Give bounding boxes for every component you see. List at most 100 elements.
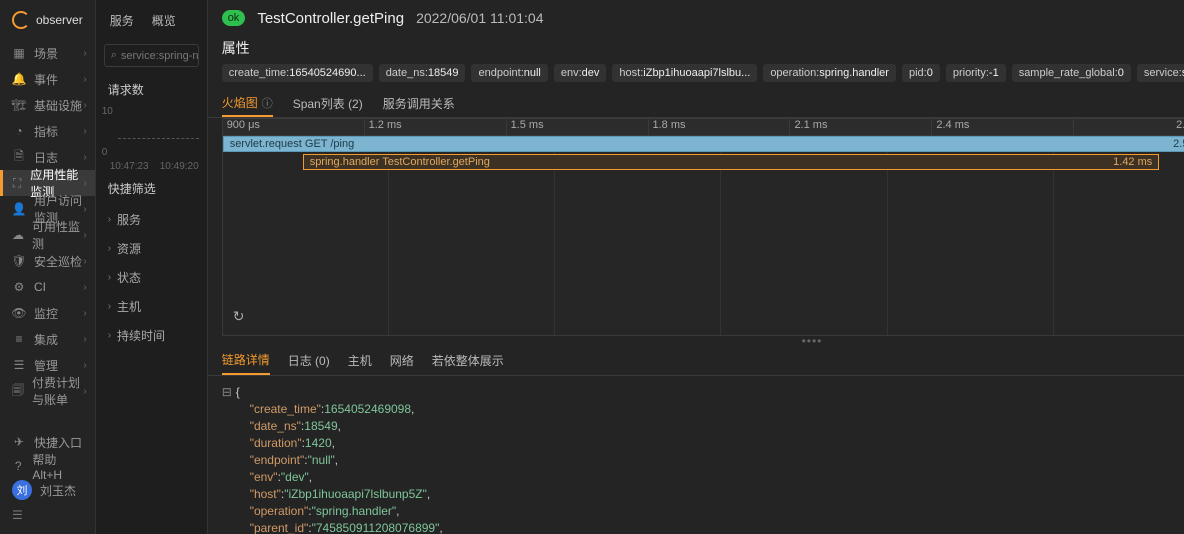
- tag-operation[interactable]: operation:spring.handler: [763, 64, 896, 82]
- nav-icon: 🗎: [12, 147, 26, 168]
- time-tick-5: 2.4 ms: [932, 119, 1074, 135]
- chart-gridline: [118, 138, 199, 139]
- tag-sample_rate_global[interactable]: sample_rate_global:0: [1012, 64, 1131, 82]
- refresh-icon[interactable]: ↻: [233, 308, 245, 325]
- json-viewer[interactable]: ⊟{"create_time":1654052469098,"date_ns":…: [208, 376, 1184, 534]
- nav-label: 日志: [34, 149, 58, 166]
- filter-item-4[interactable]: › 持续时间: [96, 321, 207, 350]
- tab-ruoyi[interactable]: 若依整体展示: [432, 346, 504, 375]
- tab-service[interactable]: 服务: [110, 12, 134, 29]
- tag-endpoint[interactable]: endpoint:null: [471, 64, 547, 82]
- time-tick-4: 2.1 ms: [790, 119, 932, 135]
- chevron-right-icon: ›: [83, 230, 86, 241]
- brand-icon: [12, 11, 30, 29]
- nav-item-0[interactable]: ▦场景›: [0, 40, 95, 66]
- filter-label: 服务: [117, 211, 141, 228]
- chevron-right-icon: ›: [108, 272, 111, 283]
- flame-tabs: 火焰图 ⓘ Span列表 (2) 服务调用关系 隐藏服务列表 ⛶: [208, 90, 1184, 118]
- filter-item-0[interactable]: › 服务: [96, 205, 207, 234]
- chevron-right-icon: ›: [83, 308, 86, 319]
- nav-icon: ▦: [12, 46, 26, 60]
- nav-icon: ≡: [12, 332, 26, 346]
- nav-item-2[interactable]: 🏗基础设施›: [0, 92, 95, 118]
- nav-item-1[interactable]: 🔔事件›: [0, 66, 95, 92]
- chevron-right-icon: ›: [108, 330, 111, 341]
- tag-host[interactable]: host:iZbp1ihuoaapi7lslbu...: [612, 64, 757, 82]
- nav-user[interactable]: 刘 刘玉杰: [0, 478, 95, 502]
- chevron-right-icon: ›: [83, 282, 86, 293]
- span-spring-handler[interactable]: spring.handler TestController.getPing 1.…: [303, 154, 1160, 170]
- nav-item-9[interactable]: ⚙CI›: [0, 274, 95, 300]
- nav-help-label: 帮助 Alt+H: [32, 451, 82, 482]
- search-input[interactable]: ⌕ service:spring-nati: [104, 44, 199, 67]
- chevron-right-icon: ›: [83, 74, 86, 85]
- nav-icon: 🏗: [12, 98, 26, 112]
- chevron-right-icon: ›: [83, 334, 86, 345]
- nav-user-label: 刘玉杰: [40, 482, 76, 499]
- nav-help[interactable]: ? 帮助 Alt+H: [0, 454, 95, 478]
- nav-item-7[interactable]: ☁可用性监测›: [0, 222, 95, 248]
- y-axis-top: 10: [102, 106, 113, 117]
- time-axis: 900 μs1.2 ms1.5 ms1.8 ms2.1 ms2.4 ms2.58…: [222, 118, 1184, 136]
- nav-item-8[interactable]: 🛡安全巡检›: [0, 248, 95, 274]
- chevron-right-icon: ›: [83, 204, 86, 215]
- nav-quick-label: 快捷入口: [34, 434, 82, 451]
- filter-label: 持续时间: [117, 327, 165, 344]
- span1-duration: 2.59 ms: [1173, 138, 1184, 150]
- nav-icon: 🛡: [12, 254, 26, 268]
- search-icon: ⌕: [111, 49, 117, 62]
- flame-left: 900 μs1.2 ms1.5 ms1.8 ms2.1 ms2.4 ms2.58…: [222, 118, 1184, 336]
- filter-item-3[interactable]: ›主机: [96, 292, 207, 321]
- nav-item-10[interactable]: 👁监控›: [0, 300, 95, 326]
- tab-logs[interactable]: 日志 (0): [288, 346, 330, 375]
- secondary-panel: 服务 概览 ⌕ service:spring-nati 请求数 10 0 10:…: [96, 0, 208, 534]
- brand-text: observer: [36, 13, 83, 27]
- nav-list: ▦场景›🔔事件›🏗基础设施›◔指标›🗎日志›⛶应用性能监测›👤用户访问监测›☁可…: [0, 40, 95, 426]
- collapse-icon[interactable]: ☰: [0, 502, 95, 528]
- nav-footer: ✈ 快捷入口 ? 帮助 Alt+H 刘 刘玉杰 ☰: [0, 426, 95, 534]
- chevron-right-icon: ›: [108, 214, 111, 225]
- status-badge: ok: [222, 10, 246, 26]
- chevron-right-icon: ›: [83, 48, 86, 59]
- tag-date_ns[interactable]: date_ns:18549: [379, 64, 466, 82]
- span1-label: servlet.request GET /ping: [230, 138, 355, 150]
- filter-item-1[interactable]: ›资源: [96, 234, 207, 263]
- json-toggle[interactable]: ⊟: [222, 385, 232, 399]
- chart-title: 请求数: [96, 71, 207, 102]
- nav-label: 基础设施: [34, 97, 82, 114]
- tab-svccall[interactable]: 服务调用关系: [383, 90, 455, 117]
- x-tick-0: 10:47:23: [110, 161, 149, 172]
- tag-row: create_time:16540524690... date_ns:18549 e…: [208, 64, 1184, 90]
- nav-item-11[interactable]: ≡集成›: [0, 326, 95, 352]
- span-servlet-request[interactable]: servlet.request GET /ping 2.59 ms: [223, 136, 1184, 152]
- tab-network[interactable]: 网络: [390, 346, 414, 375]
- tab-spanlist[interactable]: Span列表 (2): [293, 90, 363, 117]
- tag-service[interactable]: service:spring-native-demo: [1137, 64, 1184, 82]
- tab-overview[interactable]: 概览: [152, 12, 176, 29]
- drag-handle[interactable]: ••••: [208, 336, 1184, 346]
- nav-label: 管理: [34, 357, 58, 374]
- flame-body[interactable]: servlet.request GET /ping 2.59 ms spring…: [222, 136, 1184, 336]
- filter-label: 资源: [117, 240, 141, 257]
- tag-pid[interactable]: pid:0: [902, 64, 940, 82]
- tag-priority[interactable]: priority:-1: [946, 64, 1006, 82]
- nav-item-3[interactable]: ◔指标›: [0, 118, 95, 144]
- tab-trace-detail[interactable]: 链路详情: [222, 346, 270, 375]
- filter-item-2[interactable]: ›状态: [96, 263, 207, 292]
- nav-item-13[interactable]: 🗐付费计划与账单›: [0, 378, 95, 404]
- request-chart: 10 0 10:47:23 10:49:20: [96, 102, 207, 172]
- help-icon: ?: [12, 459, 24, 473]
- chevron-right-icon: ›: [83, 126, 86, 137]
- tab-flame[interactable]: 火焰图 ⓘ: [222, 90, 273, 117]
- chevron-right-icon: ›: [83, 152, 86, 163]
- nav-icon: 👁: [12, 306, 26, 320]
- tag-create_time[interactable]: create_time:16540524690...: [222, 64, 373, 82]
- tag-env[interactable]: env:dev: [554, 64, 607, 82]
- tab-host[interactable]: 主机: [348, 346, 372, 375]
- x-tick-1: 10:49:20: [160, 161, 199, 172]
- left-sidebar: observer ▦场景›🔔事件›🏗基础设施›◔指标›🗎日志›⛶应用性能监测›👤…: [0, 0, 96, 534]
- attributes-title: 属性: [208, 36, 1184, 64]
- avatar: 刘: [12, 480, 32, 500]
- nav-label: CI: [34, 280, 46, 294]
- nav-icon: ◔: [12, 124, 26, 138]
